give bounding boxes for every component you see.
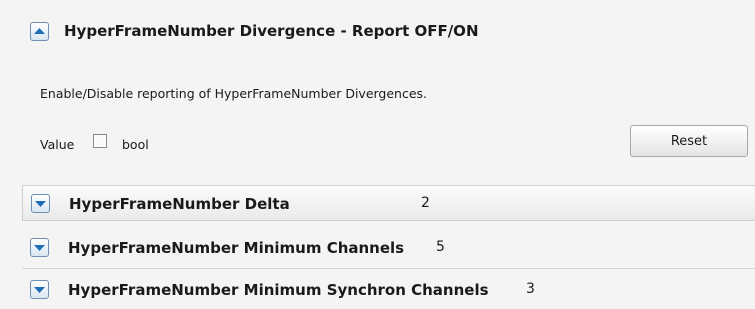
section-title-delta: HyperFrameNumber Delta <box>69 195 290 213</box>
chevron-down-icon <box>35 201 46 207</box>
section-title-min-channels: HyperFrameNumber Minimum Channels <box>68 239 405 257</box>
section-value-min-channels: 5 <box>436 239 445 255</box>
section-title-min-synchron-channels: HyperFrameNumber Minimum Synchron Channe… <box>68 281 489 299</box>
expand-section-button[interactable] <box>30 238 49 257</box>
value-label: Value <box>40 137 75 152</box>
collapse-section-button[interactable] <box>30 22 49 41</box>
chevron-down-icon <box>34 245 45 251</box>
reset-button[interactable]: Reset <box>630 125 748 157</box>
chevron-down-icon <box>34 287 45 293</box>
section-value-min-synchron-channels: 3 <box>526 281 535 297</box>
section-row-delta[interactable]: HyperFrameNumber Delta 2 <box>22 185 755 221</box>
divider <box>22 268 755 269</box>
section-value-delta: 2 <box>421 195 430 211</box>
setting-description: Enable/Disable reporting of HyperFrameNu… <box>40 86 428 101</box>
expand-section-button[interactable] <box>31 194 50 213</box>
section-title-divergence: HyperFrameNumber Divergence - Report OFF… <box>64 22 479 40</box>
chevron-up-icon <box>34 28 45 34</box>
expand-section-button[interactable] <box>30 280 49 299</box>
value-checkbox[interactable] <box>93 134 107 148</box>
section-row-min-synchron-channels[interactable]: HyperFrameNumber Minimum Synchron Channe… <box>22 272 755 308</box>
section-row-min-channels[interactable]: HyperFrameNumber Minimum Channels 5 <box>22 230 755 266</box>
type-label: bool <box>122 137 149 152</box>
